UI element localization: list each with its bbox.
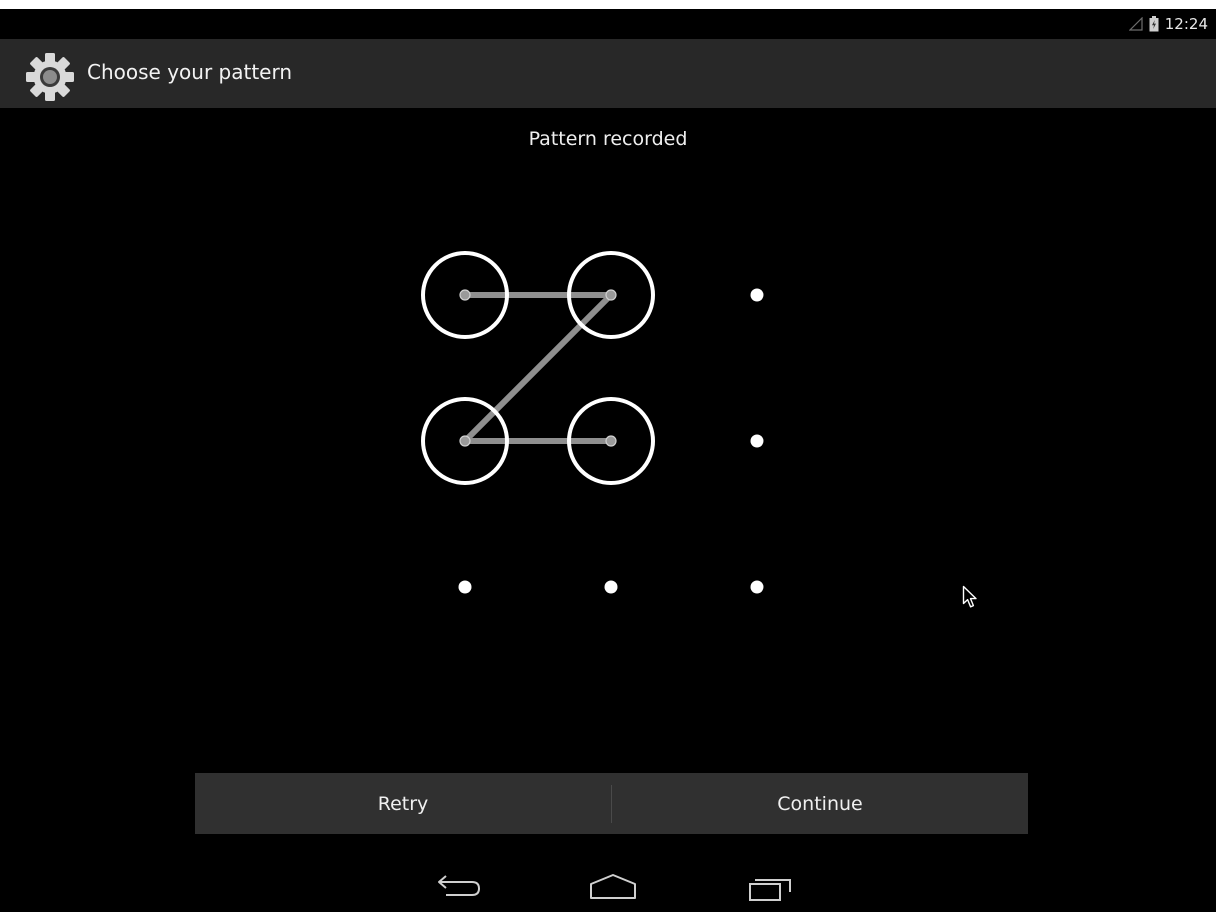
footer-button-bar: Retry Continue [195,773,1028,834]
back-icon[interactable] [432,870,492,904]
continue-button[interactable]: Continue [612,773,1028,834]
mouse-cursor-icon [962,585,977,608]
pattern-node-1-2[interactable] [750,434,764,448]
pattern-node-2-1[interactable] [604,580,618,594]
home-icon[interactable] [583,870,643,904]
screen: 12:24 Choose your pattern Pattern record… [0,0,1216,912]
pattern-line [462,292,614,444]
recent-apps-icon[interactable] [738,870,798,904]
pattern-node-0-2[interactable] [750,288,764,302]
pattern-node-2-0[interactable] [458,580,472,594]
navigation-bar [0,852,1216,912]
retry-button[interactable]: Retry [195,773,611,834]
pattern-node-2-2[interactable] [750,580,764,594]
